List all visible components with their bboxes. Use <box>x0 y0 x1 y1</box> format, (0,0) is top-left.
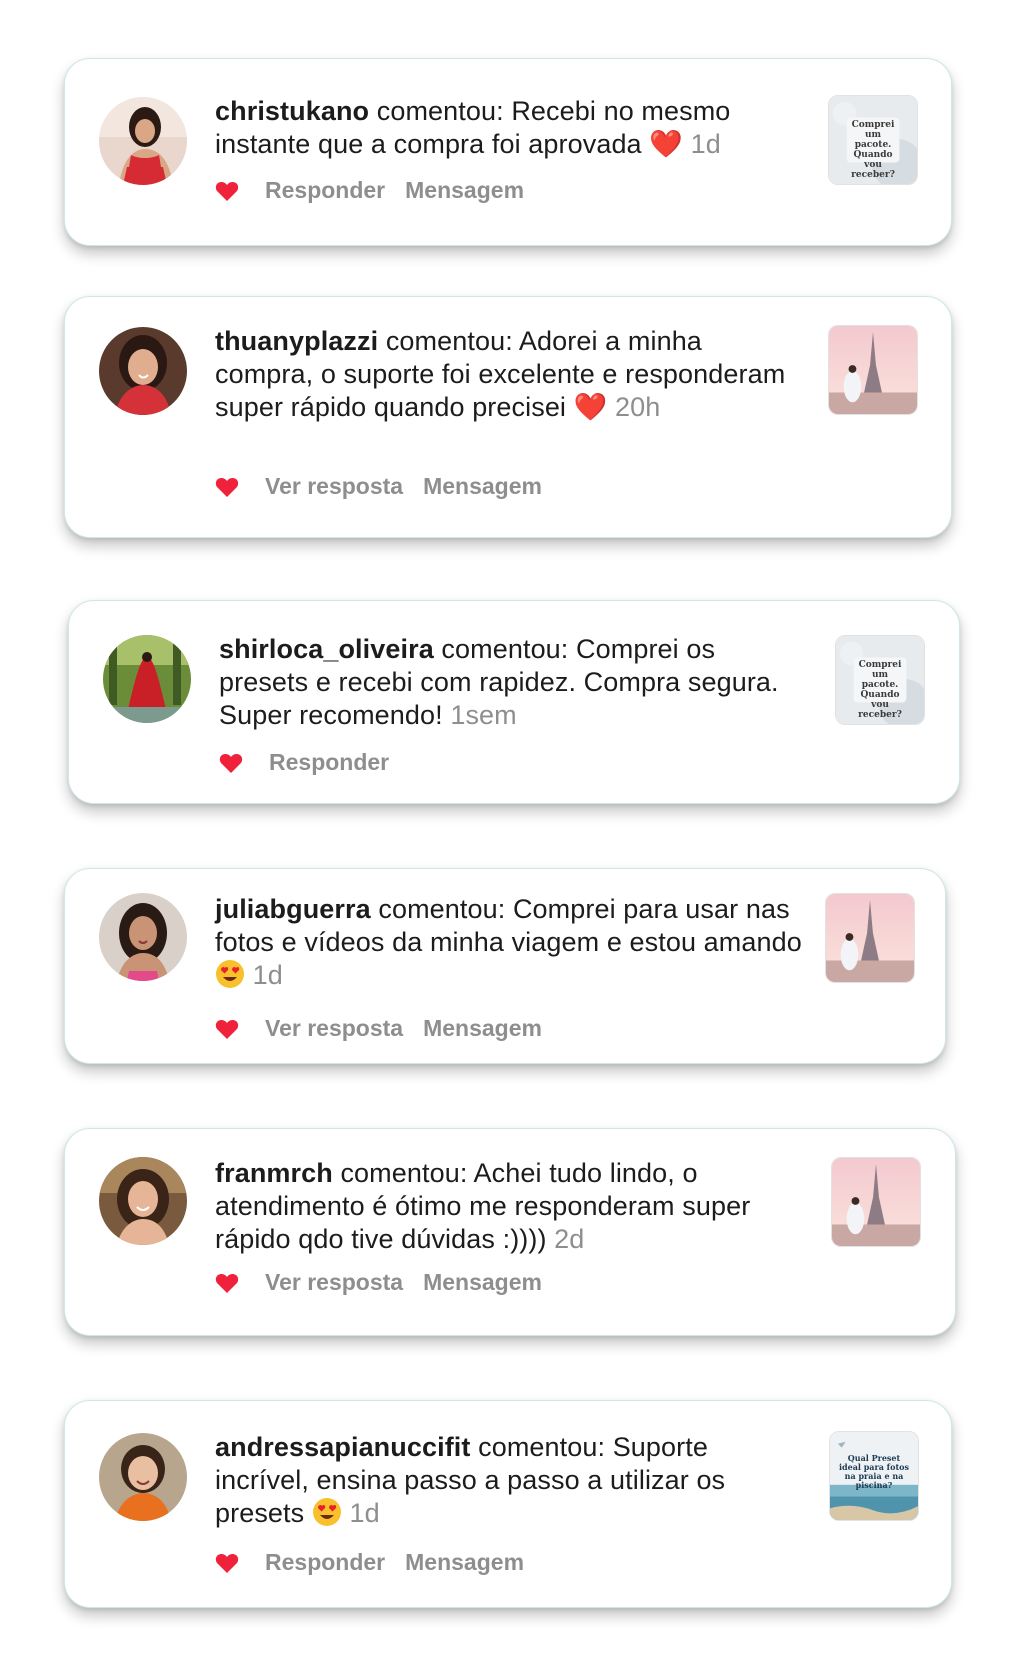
timestamp: 1sem <box>450 700 517 730</box>
thumbnail-caption: Qual Preset ideal para fotos na praia e … <box>838 1453 909 1490</box>
comment-card: andressapianuccifit comentou: Suporte in… <box>64 1400 952 1608</box>
comment-text: thuanyplazzi comentou: Adorei a minha co… <box>215 325 800 424</box>
username[interactable]: christukano <box>215 96 369 126</box>
comment-card: shirloca_oliveira comentou: Comprei os p… <box>68 600 960 804</box>
timestamp: 1d <box>349 1498 380 1528</box>
comment-verb: comentou: <box>332 1158 474 1188</box>
avatar[interactable] <box>99 1157 187 1245</box>
timestamp: 1d <box>252 960 283 990</box>
comment-actions: Ver resposta Mensagem <box>215 1269 562 1296</box>
message-button[interactable]: Mensagem <box>423 473 542 500</box>
reply-button[interactable]: Responder <box>265 177 385 204</box>
view-reply-button[interactable]: Ver resposta <box>265 1015 403 1042</box>
message-button[interactable]: Mensagem <box>423 1015 542 1042</box>
heart-icon[interactable] <box>215 1018 239 1040</box>
heart-emoji: ❤️ <box>649 129 683 159</box>
comment-actions: Responder Mensagem <box>215 1549 544 1576</box>
post-thumbnail[interactable]: Comprei um pacote. Quando vou receber? <box>835 635 925 725</box>
comment-actions: Ver resposta Mensagem <box>215 473 562 500</box>
comment-verb: comentou: <box>433 634 577 664</box>
post-thumbnail[interactable] <box>828 325 918 415</box>
comment-card: thuanyplazzi comentou: Adorei a minha co… <box>64 296 952 538</box>
avatar[interactable] <box>99 327 187 415</box>
comment-verb: comentou: <box>370 894 513 924</box>
avatar[interactable] <box>103 635 191 723</box>
username[interactable]: andressapianuccifit <box>215 1432 471 1462</box>
timestamp: 20h <box>614 392 661 422</box>
timestamp: 1d <box>690 129 721 159</box>
smiling-face-heart-eyes-emoji <box>312 1497 342 1527</box>
heart-icon[interactable] <box>219 752 243 774</box>
comment-actions: Responder Mensagem <box>215 177 544 204</box>
heart-icon[interactable] <box>215 180 239 202</box>
username[interactable]: thuanyplazzi <box>215 326 378 356</box>
message-button[interactable]: Mensagem <box>405 177 524 204</box>
comment-card: christukano comentou: Recebi no mesmo in… <box>64 58 952 246</box>
thumbnail-caption: Comprei um pacote. Quando vou receber? <box>851 120 895 180</box>
reply-button[interactable]: Responder <box>269 749 389 776</box>
post-thumbnail[interactable]: Comprei um pacote. Quando vou receber? <box>828 95 918 185</box>
post-thumbnail[interactable] <box>831 1157 921 1247</box>
comment-actions: Responder <box>219 749 409 776</box>
message-button[interactable]: Mensagem <box>423 1269 542 1296</box>
comment-text: shirloca_oliveira comentou: Comprei os p… <box>219 633 799 732</box>
username[interactable]: juliabguerra <box>215 894 371 924</box>
username[interactable]: franmrch <box>215 1158 333 1188</box>
view-reply-button[interactable]: Ver resposta <box>265 473 403 500</box>
comment-text: juliabguerra comentou: Comprei para usar… <box>215 893 805 992</box>
heart-icon[interactable] <box>215 1272 239 1294</box>
avatar[interactable] <box>99 97 187 185</box>
view-reply-button[interactable]: Ver resposta <box>265 1269 403 1296</box>
comment-verb: comentou: <box>470 1432 613 1462</box>
avatar[interactable] <box>99 1433 187 1521</box>
username[interactable]: shirloca_oliveira <box>219 634 434 664</box>
comment-text: christukano comentou: Recebi no mesmo in… <box>215 95 775 161</box>
comment-text: andressapianuccifit comentou: Suporte in… <box>215 1431 775 1530</box>
heart-icon[interactable] <box>215 476 239 498</box>
heart-icon[interactable] <box>215 1552 239 1574</box>
comment-actions: Ver resposta Mensagem <box>215 1015 562 1042</box>
comment-card: franmrch comentou: Achei tudo lindo, o a… <box>64 1128 956 1336</box>
smiling-face-heart-eyes-emoji <box>215 959 245 989</box>
message-button[interactable]: Mensagem <box>405 1549 524 1576</box>
comment-text: franmrch comentou: Achei tudo lindo, o a… <box>215 1157 785 1256</box>
reply-button[interactable]: Responder <box>265 1549 385 1576</box>
post-thumbnail[interactable]: Qual Preset ideal para fotos na praia e … <box>829 1431 919 1521</box>
timestamp: 2d <box>554 1224 585 1254</box>
thumbnail-caption: Comprei um pacote. Quando vou receber? <box>858 660 902 720</box>
post-thumbnail[interactable] <box>825 893 915 983</box>
avatar[interactable] <box>99 893 187 981</box>
comment-verb: comentou: <box>378 326 519 356</box>
heart-emoji: ❤️ <box>573 392 608 422</box>
comment-card: juliabguerra comentou: Comprei para usar… <box>64 868 946 1064</box>
comment-verb: comentou: <box>369 96 512 126</box>
